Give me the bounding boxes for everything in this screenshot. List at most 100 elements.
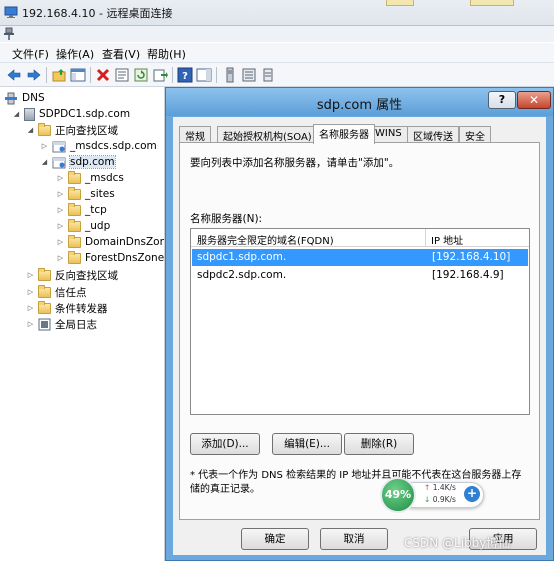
pin-icon[interactable]	[3, 27, 15, 41]
network-speed-widget[interactable]: 49% ↑ 1.4K/s ↓ 0.9K/s +	[380, 477, 484, 513]
tree-node-sdp-zone[interactable]: ◢ sdp.com	[40, 154, 116, 170]
tree-node-child[interactable]: ▷ DomainDnsZones	[56, 234, 165, 250]
expand-icon[interactable]: ▷	[26, 288, 35, 296]
tree-label: _tcp	[85, 204, 107, 216]
tree-node-forward-zones[interactable]: ◢ 正向查找区域	[26, 122, 118, 138]
folder-icon	[68, 186, 81, 200]
add-button[interactable]: 添加(D)...	[190, 433, 260, 455]
ok-button[interactable]: 确定	[241, 528, 309, 550]
back-arrow-icon[interactable]	[6, 67, 22, 83]
delete-button[interactable]: 删除(R)	[344, 433, 414, 455]
remote-desktop-pin-bar	[0, 26, 554, 42]
folder-icon	[68, 202, 81, 216]
tree-node-trust-points[interactable]: ▷ 信任点	[26, 284, 87, 300]
menu-bar: 文件(F) 操作(A) 查看(V) 帮助(H)	[0, 43, 554, 63]
tree-node-msdcs-zone[interactable]: ▷ _msdcs.sdp.com	[40, 138, 157, 154]
folder-icon	[68, 218, 81, 232]
tab-panel: 要向列表中添加名称服务器，请单击"添加"。 名称服务器(N): 服务器完全限定的…	[179, 142, 540, 520]
list-header: 服务器完全限定的域名(FQDN) IP 地址	[191, 229, 529, 247]
menu-file[interactable]: 文件(F)	[12, 46, 49, 62]
edit-button[interactable]: 编辑(E)...	[272, 433, 342, 455]
up-folder-icon[interactable]	[52, 67, 68, 83]
svg-text:?: ?	[182, 71, 188, 82]
dns-icon	[5, 92, 17, 104]
refresh-icon[interactable]	[133, 67, 149, 83]
expand-icon[interactable]: ▷	[40, 142, 49, 150]
help-icon[interactable]: ?	[177, 67, 193, 83]
tab-zone-transfers[interactable]: 区域传送	[407, 126, 459, 143]
collapse-icon[interactable]: ◢	[26, 126, 35, 134]
expand-icon[interactable]: ▷	[26, 271, 35, 279]
tab-soa[interactable]: 起始授权机构(SOA)	[217, 126, 318, 143]
expand-icon[interactable]: ▷	[56, 238, 65, 246]
menu-action[interactable]: 操作(A)	[56, 46, 94, 62]
tree-node-global-logs[interactable]: ▷ 全局日志	[26, 316, 97, 332]
tree-label: _sites	[85, 188, 115, 200]
column-header-ip[interactable]: IP 地址	[431, 232, 463, 247]
tree-node-conditional-forwarders[interactable]: ▷ 条件转发器	[26, 300, 108, 316]
export-list-icon[interactable]	[152, 67, 168, 83]
toolbar-separator	[216, 67, 217, 83]
column-divider[interactable]	[425, 229, 426, 247]
remote-desktop-icon	[4, 6, 18, 18]
name-servers-list[interactable]: 服务器完全限定的域名(FQDN) IP 地址 sdpdc1.sdp.com. […	[190, 228, 530, 415]
expand-icon[interactable]: ▷	[26, 320, 35, 328]
list-row[interactable]: sdpdc1.sdp.com. [192.168.4.10]	[192, 249, 528, 266]
server-icon[interactable]	[222, 67, 238, 83]
tree-node-child[interactable]: ▷ _tcp	[56, 202, 107, 218]
tree-node-child[interactable]: ▷ _sites	[56, 186, 115, 202]
list-row[interactable]: sdpdc2.sdp.com. [192.168.4.9]	[192, 267, 528, 284]
tree-node-dns[interactable]: DNS	[4, 90, 45, 106]
tab-general[interactable]: 常规	[179, 126, 211, 143]
upload-speed-value: 1.4K/s	[432, 483, 456, 492]
action-pane-icon[interactable]	[196, 67, 212, 83]
expand-icon[interactable]: ▷	[56, 222, 65, 230]
zone-list-icon[interactable]	[241, 67, 257, 83]
forward-arrow-icon[interactable]	[26, 67, 42, 83]
tab-security[interactable]: 安全	[459, 126, 491, 143]
expand-icon[interactable]: ▷	[26, 304, 35, 312]
tree-label: sdp.com	[69, 155, 116, 169]
console-tree: DNS ◢ SDPDC1.sdp.com ◢ 正向查找区域 ▷ _msdcs.s…	[0, 87, 165, 561]
collapse-icon[interactable]: ◢	[12, 110, 21, 118]
tree-node-child[interactable]: ▷ ForestDnsZones	[56, 250, 164, 266]
instruction-text: 要向列表中添加名称服务器，请单击"添加"。	[190, 157, 400, 169]
menu-view[interactable]: 查看(V)	[102, 46, 140, 62]
expand-icon[interactable]: ▷	[56, 190, 65, 198]
plus-icon[interactable]: +	[464, 486, 480, 502]
expand-icon[interactable]: ▷	[56, 206, 65, 214]
watermark: CSDN @Libby博仙	[404, 536, 511, 550]
delete-icon[interactable]	[95, 67, 111, 83]
properties-icon[interactable]	[114, 67, 130, 83]
tree-label: DomainDnsZones	[85, 236, 165, 248]
tree-node-child[interactable]: ▷ _msdcs	[56, 170, 124, 186]
show-hide-console-tree-icon[interactable]	[70, 67, 86, 83]
tree-label: _msdcs.sdp.com	[70, 140, 157, 152]
upload-speed: ↑ 1.4K/s	[424, 483, 456, 492]
taskbar-item-fragment	[386, 0, 414, 6]
row-fqdn: sdpdc1.sdp.com.	[197, 251, 287, 263]
log-icon	[38, 318, 51, 330]
tab-name-servers[interactable]: 名称服务器	[313, 124, 375, 144]
close-button[interactable]: ✕	[517, 91, 551, 109]
expand-icon[interactable]: ▷	[56, 174, 65, 182]
tree-label: 反向查找区域	[55, 269, 118, 282]
properties-dialog: sdp.com 属性 ? ✕ 常规 起始授权机构(SOA) 名称服务器 WINS…	[165, 87, 554, 561]
help-button[interactable]: ?	[488, 91, 516, 109]
toolbar: ?	[0, 63, 554, 87]
cancel-button[interactable]: 取消	[320, 528, 388, 550]
tree-node-child[interactable]: ▷ _udp	[56, 218, 110, 234]
collapse-icon[interactable]: ◢	[40, 158, 49, 166]
dialog-body: 常规 起始授权机构(SOA) 名称服务器 WINS 区域传送 安全 要向列表中添…	[173, 117, 546, 555]
column-header-fqdn[interactable]: 服务器完全限定的域名(FQDN)	[197, 232, 334, 247]
tree-node-reverse-zones[interactable]: ▷ 反向查找区域	[26, 267, 118, 283]
folder-icon	[68, 250, 81, 264]
tree-label: SDPDC1.sdp.com	[39, 108, 131, 120]
menu-help[interactable]: 帮助(H)	[147, 46, 186, 62]
tree-node-server[interactable]: ◢ SDPDC1.sdp.com	[12, 106, 130, 122]
tree-label: _udp	[85, 220, 111, 232]
record-icon[interactable]	[260, 67, 276, 83]
server-icon	[24, 107, 35, 121]
row-ip: [192.168.4.9]	[432, 269, 504, 281]
expand-icon[interactable]: ▷	[56, 254, 65, 262]
